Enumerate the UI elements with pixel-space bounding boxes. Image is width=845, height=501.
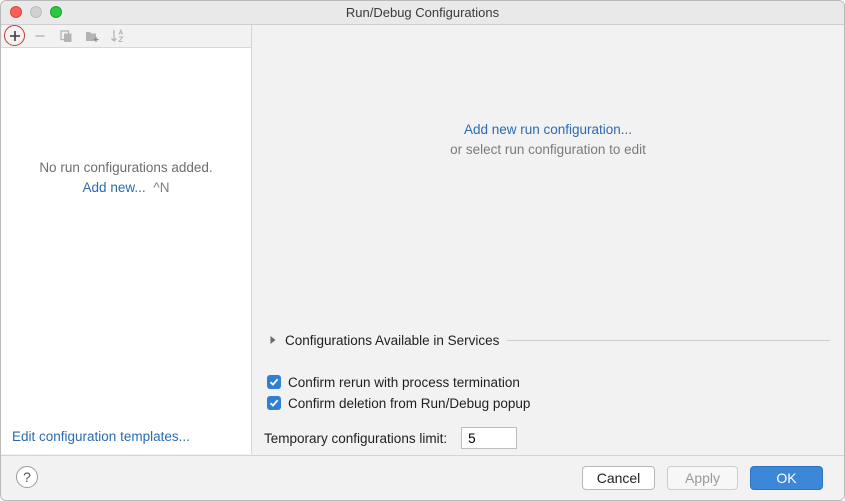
configurations-panel: No run configurations added. Add new... … <box>1 25 252 454</box>
plus-icon <box>9 30 20 41</box>
select-configuration-hint: or select run configuration to edit <box>450 142 646 157</box>
services-section-toggle[interactable]: Configurations Available in Services <box>269 331 830 349</box>
section-divider <box>507 339 830 341</box>
cancel-button[interactable]: Cancel <box>582 466 655 490</box>
ok-button[interactable]: OK <box>750 466 823 490</box>
expand-arrow-icon <box>270 336 276 344</box>
checkmark-icon <box>269 399 279 407</box>
confirm-deletion-checkbox[interactable] <box>267 396 281 410</box>
empty-configurations-message: No run configurations added. <box>39 160 213 175</box>
edit-templates-link[interactable]: Edit configuration templates... <box>12 429 190 444</box>
temp-limit-input[interactable] <box>461 427 518 449</box>
copy-configuration-button[interactable] <box>56 26 76 46</box>
add-new-shortcut: ^N <box>153 180 170 195</box>
new-folder-icon <box>85 31 98 42</box>
configuration-detail-panel: Add new run configuration... or select r… <box>252 25 844 454</box>
add-new-link[interactable]: Add new... <box>83 180 146 195</box>
apply-button[interactable]: Apply <box>667 466 738 490</box>
confirm-rerun-label: Confirm rerun with process termination <box>288 374 520 390</box>
add-configuration-button[interactable] <box>4 25 25 46</box>
confirm-deletion-label: Confirm deletion from Run/Debug popup <box>288 395 531 411</box>
confirm-deletion-option[interactable]: Confirm deletion from Run/Debug popup <box>267 394 530 412</box>
sort-icon <box>111 29 124 42</box>
dialog-footer: ? Cancel Apply OK <box>1 455 844 500</box>
services-section-label: Configurations Available in Services <box>285 332 500 348</box>
confirm-rerun-option[interactable]: Confirm rerun with process termination <box>267 373 520 391</box>
title-bar: Run/Debug Configurations <box>1 1 844 25</box>
remove-configuration-button[interactable] <box>30 26 50 46</box>
copy-icon <box>59 29 71 42</box>
help-button[interactable]: ? <box>16 466 38 488</box>
new-folder-button[interactable] <box>82 26 102 46</box>
temp-limit-label: Temporary configurations limit: <box>264 430 448 446</box>
minus-icon <box>35 35 45 37</box>
add-run-configuration-link[interactable]: Add new run configuration... <box>252 122 844 137</box>
temp-limit-row: Temporary configurations limit: <box>264 427 518 449</box>
confirm-rerun-checkbox[interactable] <box>267 375 281 389</box>
add-new-row: Add new... ^N <box>1 180 251 195</box>
window-title: Run/Debug Configurations <box>345 5 500 20</box>
configurations-toolbar <box>1 25 251 48</box>
run-debug-dialog: Run/Debug Configurations No run configur… <box>0 0 845 501</box>
checkmark-icon <box>269 378 279 386</box>
sort-configurations-button[interactable] <box>108 26 128 46</box>
